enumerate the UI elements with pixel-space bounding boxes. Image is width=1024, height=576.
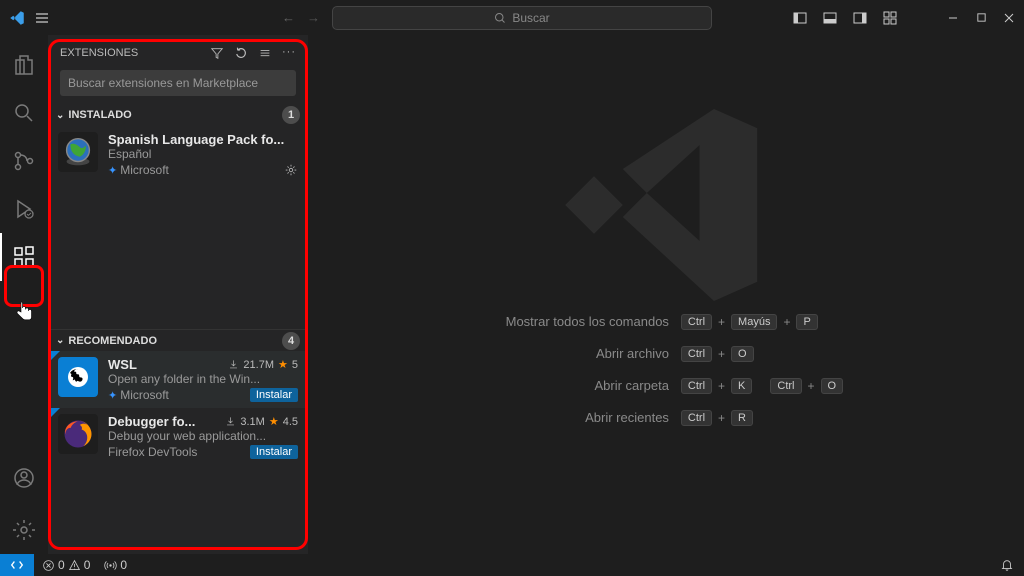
shortcut-row: Abrir archivo Ctrl+O [489,346,843,362]
extension-item[interactable]: WSL 21.7M ★ 5 Open any folder in the Win… [48,351,308,408]
download-icon [225,416,236,427]
extension-icon [58,357,98,397]
close-button[interactable] [1002,11,1016,25]
shortcuts-list: Mostrar todos los comandos Ctrl+Mayús+P … [489,314,843,426]
verified-icon: ✦ [108,164,117,177]
installed-count-badge: 1 [282,106,300,124]
activity-extensions[interactable] [0,233,48,281]
antenna-icon [104,559,117,572]
download-icon [228,359,239,370]
chevron-down-icon: ⌄ [56,335,64,346]
activity-run-debug[interactable] [0,185,48,233]
extension-icon [58,132,98,172]
shortcut-label: Abrir recientes [489,410,669,425]
verified-icon: ✦ [108,389,117,402]
rating: 4.5 [283,416,298,428]
activity-search[interactable] [0,89,48,137]
warning-icon [68,559,81,572]
recommended-count-badge: 4 [282,332,300,350]
nav-forward-icon[interactable]: → [307,10,320,25]
more-actions-icon[interactable]: ··· [282,46,296,60]
activity-source-control[interactable] [0,137,48,185]
remote-button[interactable] [0,554,34,576]
layout-customize-icon[interactable] [882,10,898,26]
global-search-input[interactable]: Buscar [332,6,712,30]
layout-panel-icon[interactable] [822,10,838,26]
activity-explorer[interactable] [0,41,48,89]
clear-icon[interactable] [258,46,272,60]
extension-publisher: Microsoft [120,163,169,177]
search-placeholder: Buscar [512,11,549,25]
extension-icon [58,414,98,454]
download-count: 3.1M [240,416,264,428]
download-count: 21.7M [243,359,274,371]
layout-secondary-icon[interactable] [852,10,868,26]
install-button[interactable]: Instalar [250,388,298,402]
status-problems[interactable]: 0 0 [42,558,90,572]
section-installed-label: INSTALADO [68,109,131,121]
hamburger-menu-icon[interactable] [34,10,54,26]
activity-accounts[interactable] [0,454,48,502]
section-installed-header[interactable]: ⌄ INSTALADO 1 [48,104,308,126]
shortcut-label: Abrir carpeta [489,378,669,393]
sidebar-title: EXTENSIONES [60,47,138,59]
extension-publisher: Firefox DevTools [108,445,197,459]
extension-desc: Open any folder in the Win... [108,372,298,386]
shortcut-row: Abrir carpeta Ctrl+K Ctrl+O [489,378,843,394]
extension-title: Debugger fo... [108,414,195,429]
vscode-logo-icon [8,9,26,27]
cursor-pointer-icon [14,301,34,323]
extension-publisher: Microsoft [120,388,169,402]
error-icon [42,559,55,572]
extensions-search-input[interactable]: Buscar extensiones en Marketplace [60,70,296,96]
extension-title: Spanish Language Pack fo... [108,132,284,147]
maximize-button[interactable] [974,11,988,25]
extension-item[interactable]: Spanish Language Pack fo... Español ✦ Mi… [48,126,308,183]
extension-title: WSL [108,357,137,372]
filter-icon[interactable] [210,46,224,60]
status-ports[interactable]: 0 [104,558,127,572]
extension-desc: Español [108,147,298,161]
section-recommended-label: RECOMENDADO [68,335,157,347]
layout-primary-icon[interactable] [792,10,808,26]
search-icon [494,12,506,24]
extension-desc: Debug your web application... [108,429,298,443]
minimize-button[interactable] [946,11,960,25]
section-recommended-header[interactable]: ⌄ RECOMENDADO 4 [48,329,308,351]
extension-item[interactable]: Debugger fo... 3.1M ★ 4.5 Debug your web… [48,408,308,465]
rating: 5 [292,359,298,371]
activity-settings[interactable] [0,506,48,554]
gear-icon[interactable] [284,163,298,177]
shortcut-row: Abrir recientes Ctrl+R [489,410,843,426]
star-icon: ★ [278,358,288,371]
bell-icon [1000,558,1014,572]
star-icon: ★ [269,415,279,428]
status-notifications[interactable] [1000,558,1014,572]
vscode-watermark-icon [546,85,786,325]
shortcut-label: Abrir archivo [489,346,669,361]
chevron-down-icon: ⌄ [56,110,64,121]
nav-back-icon[interactable]: ← [282,10,295,25]
refresh-icon[interactable] [234,46,248,60]
install-button[interactable]: Instalar [250,445,298,459]
extensions-search-placeholder: Buscar extensiones en Marketplace [68,76,258,90]
